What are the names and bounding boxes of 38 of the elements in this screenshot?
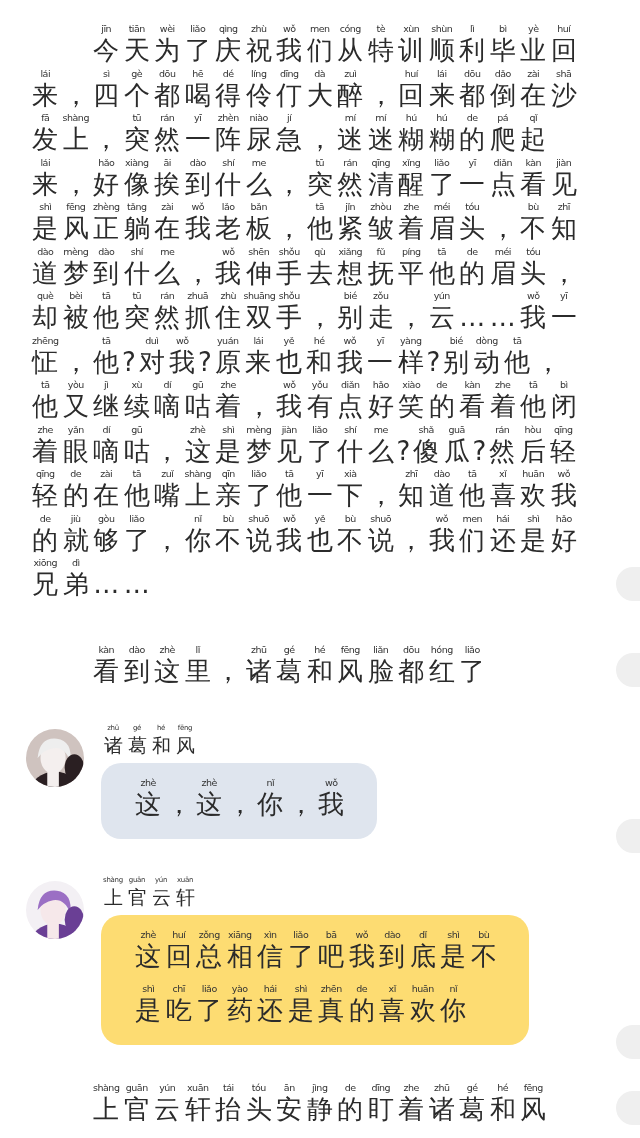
pinyin-line: qīng de zài tā zuǐ shàng qīn liǎo tā yī xià zhī dào tā xǐ huān wǒ [34,467,572,480]
text-line: 轻的在他嘴上亲了他一下，知道他喜欢我 [31,480,578,512]
pinyin-line: zhè huí zǒng xiāng xìn liǎo bā wǒ dào dǐ shì bù [139,927,491,941]
text-line: 来，四个都喝得伶仃大醉，回来都倒在沙 [31,79,578,111]
pinyin-line: jīn tiān wèi liǎo qìng zhù wǒ men cóng tè xùn shùn lì bì yè huí [100,22,572,35]
text-line: 他又继续嘀咕着，我有点好笑的看着他闭 [31,391,578,423]
pinyin-line: fā shàng tū rán yī zhèn niào jí mí mí hú hú de pá qǐ [40,111,539,124]
pinyin-line: lái sì gè dōu hē dé líng dīng dà zuì huí lái dōu dǎo zài shā [39,66,573,80]
text-line: 上官云轩 [102,884,196,909]
text-line: 这，这，你，我 [134,789,346,821]
pinyin-line: tā yòu jì xù dí gū zhe wǒ yǒu diǎn hǎo xiào de kàn zhe tā bì [39,378,569,391]
pinyin-line: kàn dào zhè lǐ zhū gé hé fēng liǎn dōu hóng liǎo [97,642,481,656]
text-line: 的就够了，你不说我也不说，我们还是好 [31,524,578,556]
text-line: 兄弟…… [31,569,151,601]
text-line: 今天为了庆祝我们从特训顺利毕业回 [92,35,578,67]
text-line: 是吃了药还是真的喜欢你 [134,995,468,1027]
pinyin-line: zhe yǎn dí gū zhè shì mèng jiàn liǎo shí me shǎ guā rán hòu qīng [36,422,574,436]
pinyin-line: de jiù gòu liǎo nǐ bù shuō wǒ yě bù shuō wǒ men hái shì hǎo [38,511,573,525]
pinyin-line: shì fēng zhèng tǎng zài wǒ lǎo bǎn tā jǐn zhòu zhe méi tóu bù zhī [38,200,572,213]
pinyin-line: lái hǎo xiàng āi dào shí me tū rán qīng xǐng liǎo yī diǎn kàn jiàn [39,155,573,169]
text-line: 发上，突然一阵尿急，迷迷糊糊的爬起 [31,124,548,156]
pinyin-line: shì chī liǎo yào hái shì zhēn de xǐ huān nǐ [141,982,459,995]
text-line: 却被他突然抓住双手，别走，云……我一 [31,302,578,334]
text-line: 是风正躺在我老板，他紧皱着眉头，不知 [31,213,578,245]
text-line: 怔，他?对我?原来也和我一样?别动他， [30,346,562,378]
pinyin-line: dào mèng dào shí me wǒ shēn shǒu qù xiǎng fǔ píng tā de méi tóu [36,244,542,258]
pinyin-line: què bèi tā tū rán zhuā zhù shuāng shǒu bié zǒu yún wǒ yī [36,289,569,302]
text-line: 来，好像挨到什么，突然清醒了一点看见 [31,168,578,200]
text-line: 诸葛和风 [102,733,196,757]
pinyin-line: shàng guān yún xuān tái tóu ān jìng de dīng zhe zhū gé hé fēng [92,1080,544,1094]
text-line: 上官云轩抬头安静的盯着诸葛和风 [92,1093,548,1125]
pinyin-line: xiōng dì [32,556,81,569]
text-line: 看到这里，诸葛和风脸都红了 [92,655,487,687]
text-line: 道梦到什么，我伸手去想抚平他的眉头， [31,257,578,289]
pinyin-line: zhēng tā duì wǒ yuán lái yě hé wǒ yī yàng bié dòng tā [31,333,523,347]
pinyin-line: zhè zhè nǐ wǒ [139,776,339,789]
text-line: 这回总相信了吧我到底是不 [134,940,498,972]
text-line: 着眼嘀咕，这是梦见了什么?傻瓜?然后轻 [31,435,578,467]
